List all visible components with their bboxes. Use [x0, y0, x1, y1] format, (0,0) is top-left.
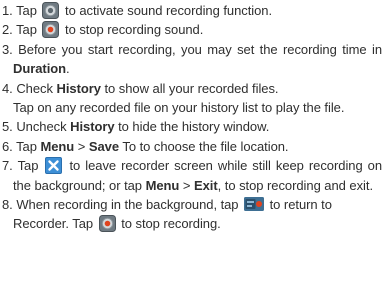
record-stop-icon: [42, 21, 60, 39]
step-text: When recording in the background, tap: [16, 197, 239, 213]
step-8: 8. When recording in the background, tap…: [2, 195, 382, 234]
step-text: to show all your recorded files.: [104, 80, 279, 96]
step-4-continuation: Tap on any recorded file on your history…: [2, 98, 382, 117]
step-text: Tap: [16, 138, 37, 154]
step-number: 4.: [2, 80, 13, 96]
step-4: 4. Check History to show all your record…: [2, 79, 382, 98]
step-text: , to stop recording and exit.: [217, 177, 374, 193]
step-text: to activate sound recording function.: [65, 3, 273, 18]
menu-term: Menu: [145, 177, 180, 193]
step-number: 2.: [2, 22, 13, 38]
step-5: 5. Uncheck History to hide the history w…: [2, 117, 382, 136]
step-text: Tap: [16, 22, 37, 38]
menu-separator: >: [182, 177, 191, 193]
step-7: 7. Tap to leave recorder screen while st…: [2, 156, 382, 195]
close-x-icon: [45, 157, 63, 175]
step-number: 3.: [2, 41, 13, 57]
menu-term: Menu: [40, 138, 75, 154]
step-1: 1. Tap to activate sound recording funct…: [2, 1, 382, 20]
step-text: Uncheck: [16, 119, 67, 135]
save-term: Save: [88, 138, 120, 154]
step-number: 7.: [2, 158, 13, 174]
step-number: 5.: [2, 119, 13, 135]
step-text: To to choose the file location.: [122, 138, 289, 154]
exit-term: Exit: [193, 177, 218, 193]
record-start-icon: [42, 2, 60, 19]
step-number: 8.: [2, 197, 13, 213]
step-bold-term: Duration: [13, 61, 67, 77]
step-bold-term: History: [70, 119, 115, 135]
recorder-app-icon: [244, 197, 265, 212]
step-text: Tap: [17, 158, 39, 174]
step-text: .: [66, 61, 70, 77]
step-text: to stop recording.: [121, 216, 221, 232]
instructions-document: 1. Tap to activate sound recording funct…: [0, 0, 382, 297]
step-2: 2. Tap to stop recording sound.: [2, 20, 382, 39]
step-number: 1.: [2, 3, 13, 18]
step-bold-term: History: [56, 80, 101, 96]
step-6: 6. Tap Menu > Save To to choose the file…: [2, 137, 382, 156]
step-text: Check: [16, 80, 53, 96]
step-text: Tap: [16, 3, 37, 18]
step-3: 3. Before you start recording, you may s…: [2, 40, 382, 79]
record-stop-icon: [98, 215, 116, 233]
step-text: Before you start recording, you may set …: [18, 41, 382, 57]
step-number: 6.: [2, 138, 13, 154]
menu-separator: >: [77, 138, 86, 154]
step-text: to stop recording sound.: [65, 22, 204, 38]
step-text: to hide the history window.: [118, 119, 270, 135]
step-text: Tap on any recorded file on your history…: [13, 100, 345, 116]
